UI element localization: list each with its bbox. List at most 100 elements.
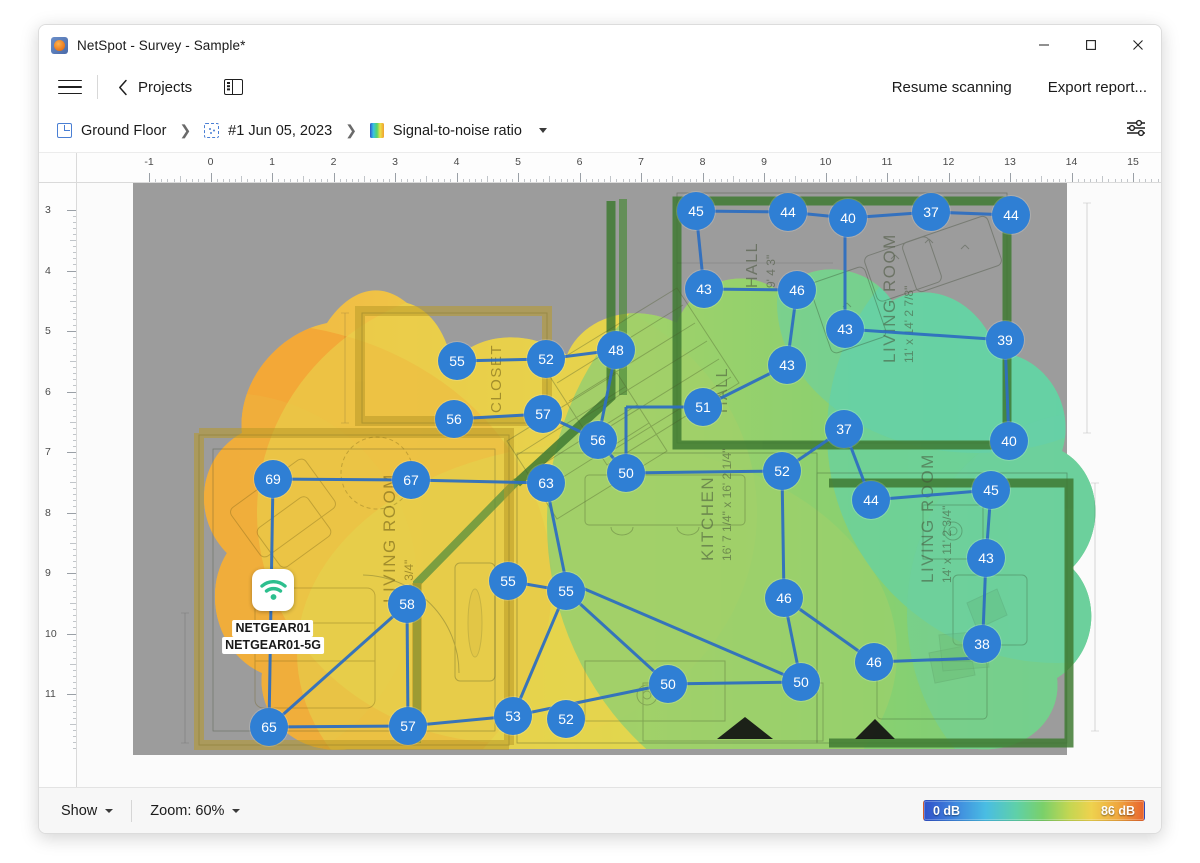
- vertical-ruler[interactable]: 3 4 5 6 7 8 9 10 11: [39, 153, 77, 787]
- ruler-minor-tick: [72, 494, 76, 496]
- ruler-minor-tick: [966, 178, 968, 182]
- ruler-minor-tick: [493, 178, 495, 182]
- heatmap-canvas[interactable]: LIVING ROOM 11' x 14' 2 7/8" LIVING ROOM…: [77, 183, 1161, 787]
- ruler-minor-tick: [511, 178, 513, 182]
- ruler-tick-label: 15: [1127, 156, 1139, 168]
- svg-text:LIVING ROOM: LIVING ROOM: [880, 233, 899, 363]
- ruler-minor-tick: [973, 178, 975, 182]
- ruler-tick-label: 11: [45, 688, 56, 700]
- ruler-minor-tick: [431, 178, 433, 182]
- ruler-minor-tick: [677, 178, 679, 182]
- show-dropdown[interactable]: Show: [61, 803, 114, 819]
- ruler-tick: [579, 173, 581, 182]
- maximize-button[interactable]: [1067, 25, 1114, 65]
- measurement-point[interactable]: 51: [684, 388, 722, 426]
- measurement-point[interactable]: 50: [649, 665, 687, 703]
- measurement-point[interactable]: 46: [778, 271, 816, 309]
- measurement-point[interactable]: 63: [527, 464, 565, 502]
- measurement-point[interactable]: 40: [829, 199, 867, 237]
- ruler-minor-tick: [505, 178, 507, 182]
- measurement-point[interactable]: 50: [782, 663, 820, 701]
- measurement-point[interactable]: 65: [250, 708, 288, 746]
- measurement-point[interactable]: 52: [527, 340, 565, 378]
- measurement-point[interactable]: 50: [607, 454, 645, 492]
- ruler-minor-tick: [70, 542, 76, 544]
- ruler-minor-tick: [1003, 178, 1005, 182]
- ruler-tick-label: 10: [45, 627, 57, 640]
- ruler-minor-tick: [72, 669, 76, 671]
- measurement-point[interactable]: 57: [389, 707, 427, 745]
- visualization-settings-icon[interactable]: [1125, 118, 1147, 143]
- measurement-point[interactable]: 45: [972, 471, 1010, 509]
- ruler-minor-tick: [72, 730, 76, 732]
- measurement-point[interactable]: 56: [435, 400, 473, 438]
- measurement-point[interactable]: 55: [438, 342, 476, 380]
- ruler-minor-tick: [72, 657, 76, 659]
- ruler-minor-tick: [72, 736, 76, 738]
- measurement-point[interactable]: 43: [967, 539, 1005, 577]
- measurement-point[interactable]: 40: [990, 422, 1028, 460]
- ruler-minor-tick: [72, 458, 76, 460]
- status-bar: Show Zoom: 60% 0 dB 86 dB: [39, 787, 1161, 833]
- hamburger-menu-icon[interactable]: [55, 74, 85, 100]
- measurement-point[interactable]: 48: [597, 331, 635, 369]
- ruler-minor-tick: [382, 178, 384, 182]
- measurement-point[interactable]: 44: [769, 193, 807, 231]
- measurement-point[interactable]: 55: [489, 562, 527, 600]
- svg-text:LIVING ROOM: LIVING ROOM: [918, 453, 937, 583]
- measurement-point[interactable]: 37: [825, 410, 863, 448]
- measurement-point[interactable]: 46: [855, 643, 893, 681]
- export-report-button[interactable]: Export report...: [1048, 79, 1147, 96]
- ruler-minor-tick: [72, 246, 76, 248]
- ruler-tick-label: 4: [453, 156, 460, 168]
- side-panel-toggle-icon[interactable]: [224, 79, 244, 95]
- horizontal-ruler[interactable]: -1 0 1 2 3 4 5 6 7 8 9 10 11 12 13 14 15: [39, 153, 1161, 183]
- ruler-minor-tick: [198, 178, 200, 182]
- measurement-point[interactable]: 43: [768, 346, 806, 384]
- ruler-minor-tick: [997, 178, 999, 182]
- measurement-point[interactable]: 53: [494, 697, 532, 735]
- ruler-minor-tick: [1022, 178, 1024, 182]
- ruler-minor-tick: [253, 178, 255, 182]
- ruler-minor-tick: [788, 178, 790, 182]
- ruler-minor-tick: [647, 178, 649, 182]
- ruler-minor-tick: [917, 176, 919, 182]
- minimize-button[interactable]: [1020, 25, 1067, 65]
- measurement-point[interactable]: 44: [992, 196, 1030, 234]
- measurement-point[interactable]: 57: [524, 395, 562, 433]
- measurement-point[interactable]: 39: [986, 321, 1024, 359]
- measurement-point[interactable]: 43: [826, 310, 864, 348]
- resume-scanning-button[interactable]: Resume scanning: [892, 79, 1012, 96]
- breadcrumb-item-visualization[interactable]: Signal-to-noise ratio: [369, 123, 547, 139]
- ruler-minor-tick: [622, 178, 624, 182]
- measurement-point[interactable]: 52: [547, 700, 585, 738]
- map-viewport[interactable]: LIVING ROOM 11' x 14' 2 7/8" LIVING ROOM…: [39, 153, 1161, 787]
- ruler-minor-tick: [554, 178, 556, 182]
- ruler-minor-tick: [696, 178, 698, 182]
- access-point-marker[interactable]: [252, 569, 294, 611]
- zoom-dropdown[interactable]: Zoom: 60%: [150, 803, 241, 819]
- measurement-point[interactable]: 44: [852, 481, 890, 519]
- measurement-point[interactable]: 56: [579, 421, 617, 459]
- measurement-point[interactable]: 38: [963, 625, 1001, 663]
- ruler-minor-tick: [450, 178, 452, 182]
- back-to-projects-button[interactable]: Projects: [114, 76, 196, 99]
- measurement-point[interactable]: 58: [388, 585, 426, 623]
- measurement-point[interactable]: 43: [685, 270, 723, 308]
- ruler-minor-tick: [1028, 178, 1030, 182]
- ruler-minor-tick: [72, 337, 76, 339]
- ruler-minor-tick: [960, 178, 962, 182]
- svg-text:14' x 11' 2 3/4": 14' x 11' 2 3/4": [940, 506, 954, 583]
- close-button[interactable]: [1114, 25, 1161, 65]
- measurement-point[interactable]: 46: [765, 579, 803, 617]
- ruler-tick: [1010, 173, 1011, 182]
- measurement-point[interactable]: 52: [763, 452, 801, 490]
- breadcrumb-item-survey[interactable]: #1 Jun 05, 2023: [204, 123, 332, 139]
- measurement-point[interactable]: 67: [392, 461, 430, 499]
- measurement-point[interactable]: 69: [254, 460, 292, 498]
- measurement-point[interactable]: 45: [677, 192, 715, 230]
- measurement-point[interactable]: 37: [912, 193, 950, 231]
- measurement-point[interactable]: 55: [547, 572, 585, 610]
- breadcrumb-item-floor[interactable]: Ground Floor: [57, 123, 166, 139]
- ruler-minor-tick: [1059, 178, 1061, 182]
